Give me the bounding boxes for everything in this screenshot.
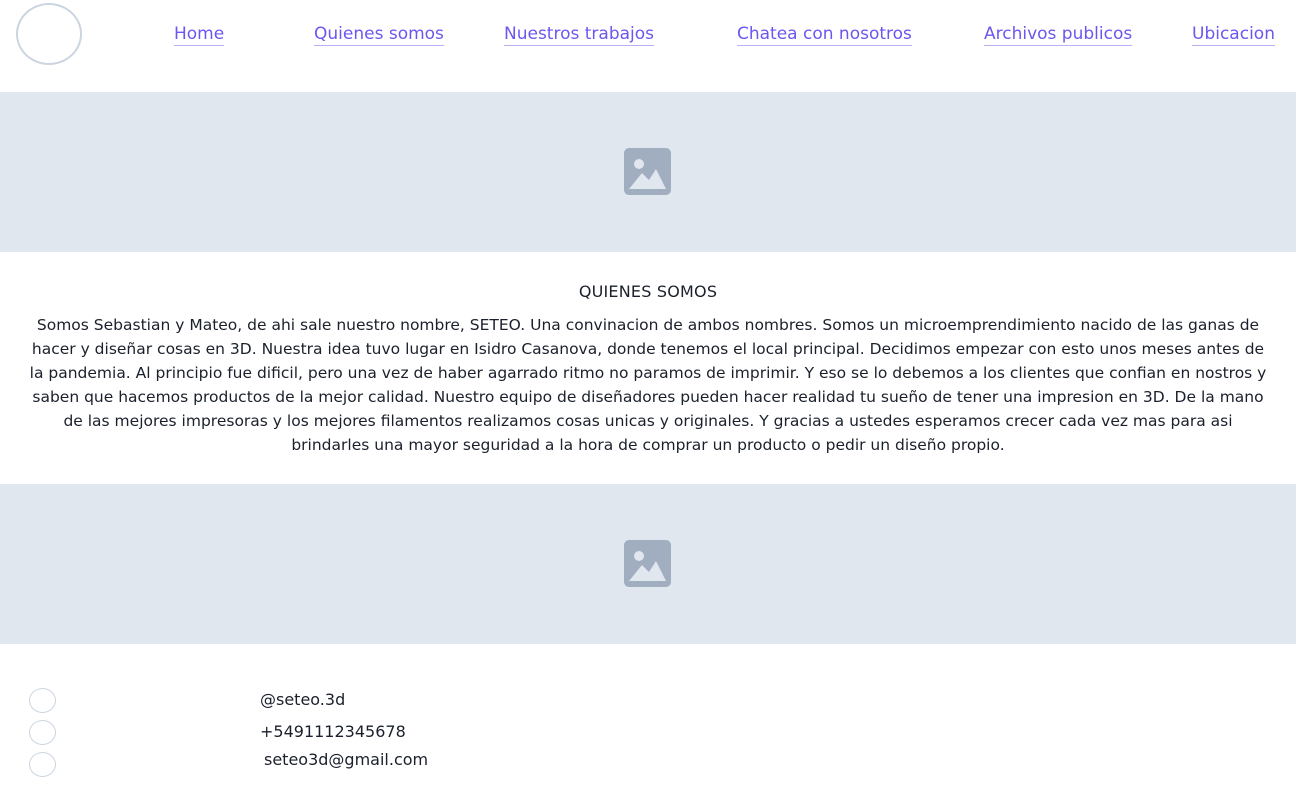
nav-nuestros-trabajos[interactable]: Nuestros trabajos [504, 23, 655, 46]
email-icon[interactable] [29, 752, 56, 777]
contact-email: seteo3d@gmail.com [264, 750, 429, 769]
image-icon [624, 540, 671, 587]
nav-home[interactable]: Home [174, 23, 225, 46]
logo[interactable] [16, 3, 82, 65]
nav-archivos-publicos[interactable]: Archivos publicos [984, 23, 1133, 46]
about-title: QUIENES SOMOS [578, 282, 718, 301]
nav-chatea-con-nosotros[interactable]: Chatea con nosotros [737, 23, 912, 46]
nav-ubicacion[interactable]: Ubicacion [1192, 23, 1275, 46]
about-text: Somos Sebastian y Mateo, de ahi sale nue… [29, 316, 1267, 454]
hero-image [0, 92, 1296, 252]
phone-icon[interactable] [29, 720, 56, 745]
image-icon [624, 148, 671, 195]
header: Home Quienes somos Nuestros trabajos Cha… [0, 0, 1296, 92]
instagram-icon[interactable] [29, 688, 56, 713]
contact-phone: +5491112345678 [260, 722, 406, 741]
gallery-image [0, 484, 1296, 644]
page: Home Quienes somos Nuestros trabajos Cha… [0, 0, 1296, 796]
nav-quienes-somos[interactable]: Quienes somos [314, 23, 444, 46]
contact-instagram: @seteo.3d [260, 690, 346, 709]
